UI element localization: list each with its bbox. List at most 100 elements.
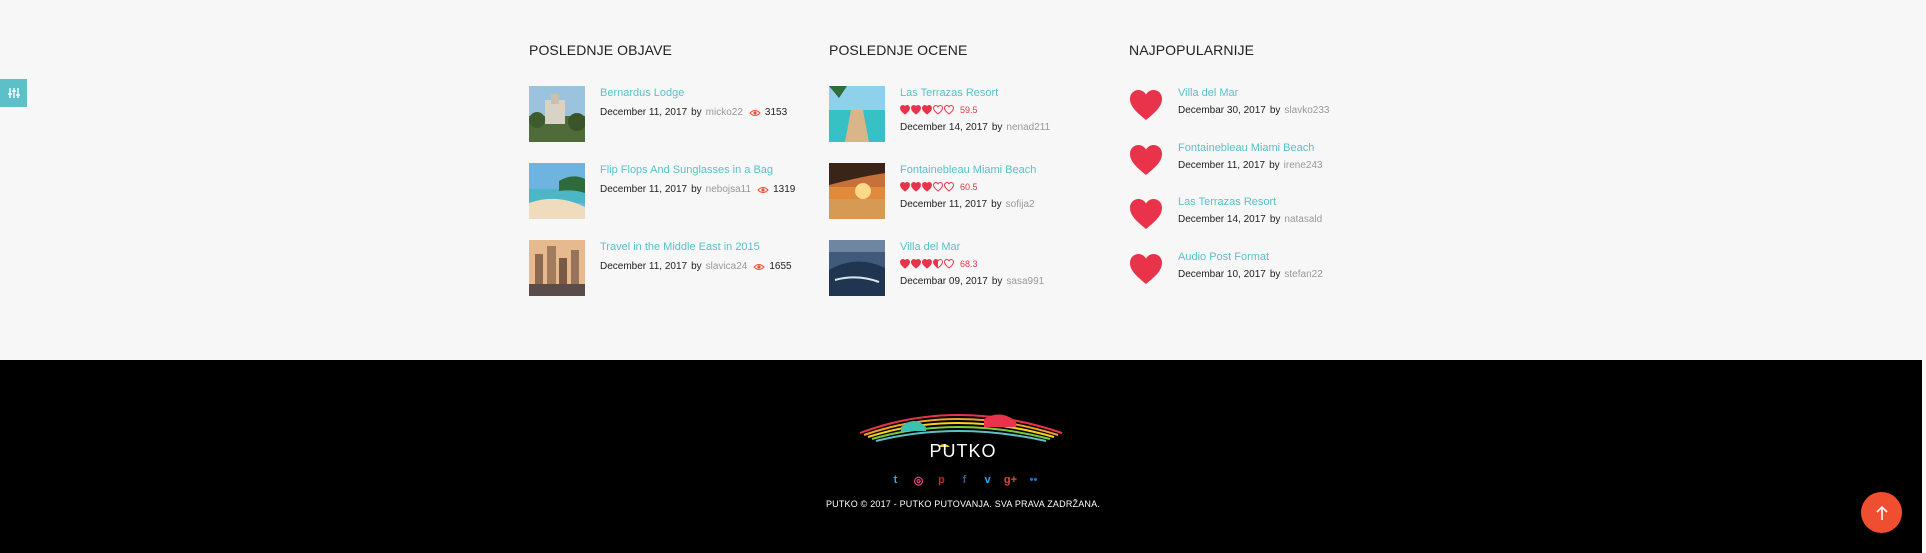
popular-post-item: Villa del Mar Decembar 30, 2017 by slavk… bbox=[1129, 86, 1329, 121]
rating-hearts: 60.5 bbox=[900, 181, 1036, 193]
post-date: December 14, 2017 bbox=[1178, 214, 1266, 225]
post-item: Travel in the Middle East in 2015 Decemb… bbox=[529, 240, 792, 296]
post-title-link[interactable]: Audio Post Format bbox=[1178, 250, 1323, 265]
widget-title: POSLEDNJE OBJAVE bbox=[529, 42, 672, 58]
latest-ratings-widget: POSLEDNJE OCENE Las Terrazas Resort 59.5… bbox=[829, 42, 1099, 296]
view-count: 1319 bbox=[773, 184, 796, 195]
author-link[interactable]: sofija2 bbox=[1006, 199, 1035, 210]
rating-heart-icon-empty bbox=[944, 182, 954, 192]
rating-score: 60.5 bbox=[960, 182, 978, 192]
rated-post-item: Fontainebleau Miami Beach 60.5 December … bbox=[829, 163, 1036, 219]
author-link[interactable]: irene243 bbox=[1284, 160, 1323, 171]
author-link[interactable]: micko22 bbox=[706, 107, 743, 118]
post-thumbnail[interactable] bbox=[829, 240, 885, 296]
by-label: by bbox=[1269, 160, 1280, 171]
author-link[interactable]: natasald bbox=[1284, 214, 1322, 225]
by-label: by bbox=[991, 276, 1003, 287]
pinterest-icon[interactable]: p bbox=[930, 474, 953, 487]
by-label: by bbox=[1269, 105, 1281, 116]
twitter-icon[interactable]: t bbox=[884, 474, 907, 487]
view-count: 3153 bbox=[764, 107, 788, 118]
eye-icon bbox=[749, 109, 761, 116]
post-date: Decembar 30, 2017 bbox=[1178, 105, 1266, 116]
post-date: December 11, 2017 bbox=[1178, 160, 1266, 171]
rating-heart-icon-half bbox=[933, 259, 943, 269]
rating-heart-icon-full bbox=[911, 105, 921, 115]
post-date: December 11, 2017 bbox=[600, 261, 688, 272]
rating-heart-icon-empty bbox=[944, 105, 954, 115]
post-title-link[interactable]: Las Terrazas Resort bbox=[900, 86, 1050, 101]
author-link[interactable]: nenad211 bbox=[1006, 122, 1050, 133]
eye-icon bbox=[757, 186, 769, 193]
author-link[interactable]: slavko233 bbox=[1284, 105, 1329, 116]
rating-score: 59.5 bbox=[960, 105, 978, 115]
flickr-icon[interactable]: •• bbox=[1022, 474, 1045, 487]
post-thumbnail[interactable] bbox=[529, 163, 585, 219]
widget-title: NAJPOPULARNIJE bbox=[1129, 42, 1255, 58]
eye-icon bbox=[753, 263, 766, 270]
rating-heart-icon-full bbox=[922, 259, 932, 269]
google-plus-icon[interactable]: g+ bbox=[999, 474, 1022, 487]
rating-heart-icon-full bbox=[922, 182, 932, 192]
post-title-link[interactable]: Travel in the Middle East in 2015 bbox=[600, 240, 792, 255]
rating-heart-icon-full bbox=[911, 259, 921, 269]
arrow-up-icon bbox=[1875, 505, 1888, 520]
post-item: Flip Flops And Sunglasses in a Bag Decem… bbox=[529, 163, 795, 219]
vimeo-icon[interactable]: v bbox=[976, 474, 999, 487]
author-link[interactable]: nebojsa11 bbox=[706, 184, 751, 195]
post-date: December 11, 2017 bbox=[600, 107, 688, 118]
brand-name: PUTKO bbox=[929, 441, 997, 461]
dribbble-icon[interactable]: ◎ bbox=[907, 474, 930, 487]
rating-heart-icon-empty bbox=[933, 105, 943, 115]
heart-icon bbox=[1130, 145, 1162, 175]
post-date: December 14, 2017 bbox=[900, 122, 988, 133]
most-popular-widget: NAJPOPULARNIJE Villa del Mar Decembar 30… bbox=[1129, 42, 1399, 284]
rated-post-item: Las Terrazas Resort 59.5 December 14, 20… bbox=[829, 86, 1050, 142]
post-thumbnail[interactable] bbox=[829, 86, 885, 142]
by-label: by bbox=[1269, 269, 1281, 280]
sliders-icon bbox=[7, 88, 20, 98]
heart-icon bbox=[1130, 90, 1162, 120]
post-title-link[interactable]: Bernardus Lodge bbox=[600, 86, 787, 101]
view-count: 1655 bbox=[769, 261, 792, 272]
rating-heart-icon-full bbox=[900, 182, 910, 192]
post-title-link[interactable]: Las Terrazas Resort bbox=[1178, 195, 1322, 210]
facebook-icon[interactable]: f bbox=[953, 474, 976, 487]
post-thumbnail[interactable] bbox=[829, 163, 885, 219]
social-links: t ◎ p f v g+ •• bbox=[884, 474, 1045, 487]
rating-heart-icon-full bbox=[900, 105, 910, 115]
popular-post-item: Audio Post Format Decembar 10, 2017 by s… bbox=[1129, 250, 1323, 285]
author-link[interactable]: stefan22 bbox=[1284, 269, 1322, 280]
post-item: Bernardus Lodge December 11, 2017 by mic… bbox=[529, 86, 787, 142]
rating-heart-icon-full bbox=[900, 259, 910, 269]
author-link[interactable]: slavica24 bbox=[706, 261, 748, 272]
post-title-link[interactable]: Villa del Mar bbox=[1178, 86, 1329, 101]
rated-post-item: Villa del Mar 68.3 Decembar 09, 2017 by … bbox=[829, 240, 1044, 296]
widget-title: POSLEDNJE OCENE bbox=[829, 42, 968, 58]
post-date: Decembar 09, 2017 bbox=[900, 276, 988, 287]
post-title-link[interactable]: Flip Flops And Sunglasses in a Bag bbox=[600, 163, 795, 178]
rating-heart-icon-empty bbox=[944, 259, 954, 269]
post-title-link[interactable]: Villa del Mar bbox=[900, 240, 1044, 255]
back-to-top-button[interactable] bbox=[1861, 492, 1902, 533]
post-date: December 11, 2017 bbox=[900, 199, 988, 210]
post-date: Decembar 10, 2017 bbox=[1178, 269, 1266, 280]
rating-hearts: 59.5 bbox=[900, 104, 1050, 116]
post-thumbnail[interactable] bbox=[529, 86, 585, 142]
heart-icon bbox=[1130, 254, 1162, 284]
latest-posts-widget: POSLEDNJE OBJAVE Bernardus Lodge Decembe… bbox=[529, 42, 799, 296]
widgets-area: POSLEDNJE OBJAVE Bernardus Lodge Decembe… bbox=[0, 0, 1926, 360]
by-label: by bbox=[691, 184, 702, 195]
author-link[interactable]: sasa991 bbox=[1006, 276, 1044, 287]
by-label: by bbox=[691, 261, 702, 272]
post-title-link[interactable]: Fontainebleau Miami Beach bbox=[1178, 141, 1323, 156]
post-title-link[interactable]: Fontainebleau Miami Beach bbox=[900, 163, 1036, 178]
post-date: December 11, 2017 bbox=[600, 184, 688, 195]
by-label: by bbox=[1269, 214, 1281, 225]
post-thumbnail[interactable] bbox=[529, 240, 585, 296]
popular-post-item: Las Terrazas Resort December 14, 2017 by… bbox=[1129, 195, 1322, 230]
settings-toggle[interactable] bbox=[0, 79, 27, 107]
copyright-text: PUTKO © 2017 - PUTKO PUTOVANJA. SVA PRAV… bbox=[825, 499, 1101, 509]
by-label: by bbox=[991, 122, 1003, 133]
rating-hearts: 68.3 bbox=[900, 258, 1044, 270]
